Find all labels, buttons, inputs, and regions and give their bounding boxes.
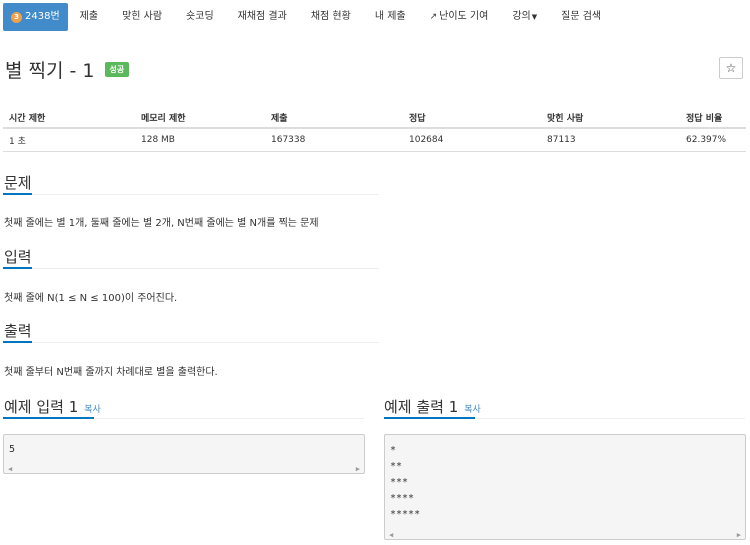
header-solved-users: 맞힌 사람 [541,107,680,129]
tab-problem[interactable]: 3 2438번 [3,3,68,31]
output-heading: 출력 [4,322,32,340]
example-output-accent [384,417,475,419]
example-output-title: 예제 출력 1 [384,398,459,416]
external-link-icon: ↗ [429,12,438,22]
star-icon: ☆ [725,61,737,75]
example-input-heading: 예제 입력 1 복사 [4,396,101,417]
tier-badge-icon: 3 [11,11,22,23]
output-text: 첫째 줄부터 N번째 줄까지 차례대로 별을 출력한다. [4,367,218,378]
example-output-line: ** [390,461,403,472]
description-accent [3,193,32,195]
example-output-line: ***** [390,509,421,520]
page-title: 별 찍기 - 1 [5,60,95,82]
star-button[interactable]: ☆ [719,57,743,79]
header-accepted: 정답 [403,107,541,129]
example-output-line: * [390,445,397,456]
tab-difficulty-contribution[interactable]: ↗ 난이도 기여 [418,3,501,31]
table-header-row: 시간 제한 메모리 제한 제출 정답 맞힌 사람 정답 비율 [3,107,746,129]
horizontal-scrollbar[interactable]: ◀ ▶ [4,465,364,473]
input-accent [3,267,32,269]
tab-submit[interactable]: 제출 [68,3,110,31]
example-output-heading: 예제 출력 1 복사 [384,396,481,417]
copy-input-button[interactable]: 복사 [84,405,101,415]
tab-short-coding[interactable]: 숏코딩 [174,3,226,31]
table-row: 1 초 128 MB 167338 102684 87113 62.397% [3,128,746,152]
cell-accept-ratio: 62.397% [680,128,746,152]
header-memory-limit: 메모리 제한 [135,107,265,129]
problem-nav: 3 2438번 제출 맞힌 사람 숏코딩 재채점 결과 채점 현황 내 제출 ↗… [3,3,613,31]
header-time-limit: 시간 제한 [3,107,135,129]
output-accent [3,341,32,343]
header-accept-ratio: 정답 비율 [680,107,746,129]
example-input-accent [3,417,94,419]
tab-rejudge-results[interactable]: 재채점 결과 [226,3,299,31]
cell-memory-limit: 128 MB [135,128,265,152]
tab-question-search[interactable]: 질문 검색 [549,3,613,31]
example-output-box[interactable]: * ** *** **** ***** ◀ ▶ [384,434,746,540]
tab-status[interactable]: 채점 현황 [299,3,363,31]
description-text: 첫째 줄에는 별 1개, 둘째 줄에는 별 2개, N번째 줄에는 별 N개를 … [4,218,319,229]
header-submissions: 제출 [265,107,403,129]
cell-time-limit: 1 초 [3,128,135,152]
example-input-line: 5 [9,444,16,455]
problem-info-table: 시간 제한 메모리 제한 제출 정답 맞힌 사람 정답 비율 1 초 128 M… [3,107,746,152]
description-heading: 문제 [4,174,32,192]
title-row: 별 찍기 - 1 성공 [5,56,130,83]
input-text: 첫째 줄에 N(1 ≤ N ≤ 100)이 주어진다. [4,293,178,304]
tab-my-submissions[interactable]: 내 제출 [363,3,418,31]
example-output-line: **** [390,493,415,504]
caret-down-icon: ▼ [531,13,538,21]
status-badge: 성공 [104,62,130,77]
tab-difficulty-label: 난이도 기여 [439,11,489,22]
description-divider [3,194,379,195]
tab-lectures-label: 강의 [512,11,531,22]
copy-output-button[interactable]: 복사 [464,405,481,415]
input-heading: 입력 [4,248,32,266]
example-input-box[interactable]: 5 ◀ ▶ [3,434,365,474]
cell-accepted: 102684 [403,128,541,152]
tab-lectures[interactable]: 강의▼ [500,3,549,31]
scroll-right-icon[interactable]: ▶ [356,465,360,473]
scroll-right-icon[interactable]: ▶ [737,531,741,539]
input-divider [3,268,379,269]
problem-id-label: 2438번 [25,11,60,22]
cell-solved-users: 87113 [541,128,680,152]
scroll-left-icon[interactable]: ◀ [8,465,12,473]
output-divider [3,342,379,343]
scroll-left-icon[interactable]: ◀ [389,531,393,539]
horizontal-scrollbar[interactable]: ◀ ▶ [385,531,745,539]
tab-solved-users[interactable]: 맞힌 사람 [110,3,174,31]
example-input-title: 예제 입력 1 [4,398,79,416]
example-output-line: *** [390,477,409,488]
cell-submissions: 167338 [265,128,403,152]
